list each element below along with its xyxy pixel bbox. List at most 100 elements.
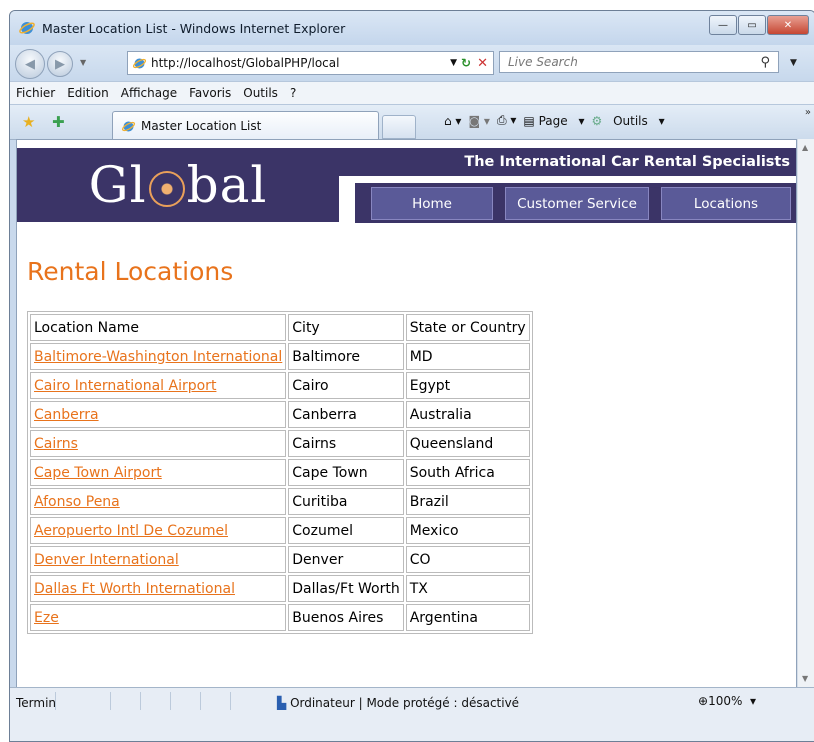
city-cell: Cozumel xyxy=(288,517,404,544)
state-country-cell: Argentina xyxy=(405,604,530,631)
state-country-cell: Brazil xyxy=(405,488,530,515)
search-input[interactable]: Live Search ⚲ xyxy=(499,51,779,73)
more-commands-icon[interactable]: » xyxy=(805,107,811,118)
location-link[interactable]: Cape Town Airport xyxy=(34,465,162,481)
refresh-icon[interactable]: ↻ xyxy=(461,56,471,70)
search-placeholder: Live Search xyxy=(508,55,578,69)
home-icon[interactable]: ⌂ ▾ xyxy=(444,114,461,128)
tools-menu[interactable]: ⚙ Outils ▾ xyxy=(591,114,664,128)
location-link[interactable]: Canberra xyxy=(34,407,99,423)
address-dropdown-icon[interactable]: ▼ xyxy=(450,58,457,68)
table-row: Canberra Canberra Australia xyxy=(30,401,530,428)
menu-fichier[interactable]: Fichier xyxy=(16,86,55,100)
menu-affichage[interactable]: Affichage xyxy=(121,86,177,100)
location-link[interactable]: Baltimore-Washington International xyxy=(34,349,282,365)
logo-right: bal xyxy=(186,156,268,214)
state-country-cell: South Africa xyxy=(405,459,530,486)
page-ie-icon xyxy=(132,58,147,68)
table-row: Baltimore-Washington International Baltim… xyxy=(30,343,530,370)
search-dropdown-icon[interactable]: ▼ xyxy=(790,58,797,68)
maximize-button[interactable]: ▭ xyxy=(738,15,766,35)
locations-table: Location Name City State or Country Balt… xyxy=(27,311,533,634)
state-country-cell: Egypt xyxy=(405,372,530,399)
status-bar: Termin ▙ Ordinateur | Mode protégé : dés… xyxy=(10,687,814,741)
back-button[interactable]: ◀ xyxy=(15,49,45,79)
status-divider xyxy=(170,692,171,710)
state-country-cell: Mexico xyxy=(405,517,530,544)
location-link[interactable]: Dallas Ft Worth International xyxy=(34,581,235,597)
table-row: Denver International Denver CO xyxy=(30,546,530,573)
command-bar: ⌂ ▾ ◙ ▾ ⎙ ▾ ▤ Page ▾ ⚙ Outils ▾ xyxy=(444,113,672,128)
print-icon[interactable]: ⎙ ▾ xyxy=(497,113,516,128)
location-name-cell: Cairo International Airport xyxy=(30,372,287,399)
tab-master-location-list[interactable]: Master Location List xyxy=(112,111,379,140)
location-link[interactable]: Cairns xyxy=(34,436,78,452)
location-name-cell: Canberra xyxy=(30,401,287,428)
site-logo: Gl bal xyxy=(17,148,339,222)
menu-bar: Fichier Edition Affichage Favoris Outils… xyxy=(10,81,814,105)
tab-label: Master Location List xyxy=(141,119,262,133)
add-favorite-icon[interactable]: ✚ xyxy=(52,113,65,131)
city-cell: Buenos Aires xyxy=(288,604,404,631)
address-url[interactable]: http://localhost/GlobalPHP/local xyxy=(151,56,339,70)
zoom-level: 100% xyxy=(708,694,743,708)
scroll-up-icon[interactable]: ▲ xyxy=(802,143,808,152)
stop-icon[interactable]: ✕ xyxy=(477,56,488,71)
table-row: Cairo International Airport Cairo Egypt xyxy=(30,372,530,399)
table-header-row: Location Name City State or Country xyxy=(30,314,530,341)
minimize-button[interactable]: — xyxy=(709,15,737,35)
close-button[interactable]: ✕ xyxy=(767,15,809,35)
status-divider xyxy=(200,692,201,710)
location-link[interactable]: Denver International xyxy=(34,552,179,568)
vertical-scrollbar[interactable]: ▲ ▼ xyxy=(797,139,814,687)
tab-row: ★ ✚ Master Location List ⌂ ▾ ◙ ▾ ⎙ ▾ ▤ P… xyxy=(10,105,814,140)
search-icon[interactable]: ⚲ xyxy=(760,55,770,70)
location-name-cell: Baltimore-Washington International xyxy=(30,343,287,370)
forward-button[interactable]: ▶ xyxy=(47,51,73,77)
scroll-down-icon[interactable]: ▼ xyxy=(802,674,808,683)
page-content: Gl bal The International Car Rental Speci… xyxy=(16,139,797,689)
location-link[interactable]: Cairo International Airport xyxy=(34,378,216,394)
nav-home[interactable]: Home xyxy=(371,187,493,220)
location-link[interactable]: Eze xyxy=(34,610,59,626)
menu-outils[interactable]: Outils xyxy=(243,86,278,100)
logo-left: Gl xyxy=(88,156,147,214)
zoom-control[interactable]: ⊕100% ▾ xyxy=(698,694,756,708)
location-name-cell: Afonso Pena xyxy=(30,488,287,515)
address-bar[interactable]: http://localhost/GlobalPHP/local ▼ ↻ ✕ xyxy=(127,51,494,75)
city-cell: Denver xyxy=(288,546,404,573)
tools-menu-label: Outils xyxy=(613,113,648,128)
location-link[interactable]: Afonso Pena xyxy=(34,494,120,510)
browser-window: Master Location List - Windows Internet … xyxy=(9,10,814,742)
site-banner: Gl bal The International Car Rental Speci… xyxy=(17,140,796,223)
new-tab-button[interactable] xyxy=(382,115,416,139)
ie-logo-icon xyxy=(19,22,35,34)
site-nav: Home Customer Service Locations xyxy=(355,183,796,223)
feeds-icon[interactable]: ◙ ▾ xyxy=(468,114,489,128)
gear-icon: ⚙ xyxy=(591,113,603,128)
status-divider xyxy=(110,692,111,710)
back-arrow-icon: ◀ xyxy=(25,56,35,72)
city-cell: Cairns xyxy=(288,430,404,457)
zoom-icon: ⊕ xyxy=(698,694,709,708)
location-link[interactable]: Aeropuerto Intl De Cozumel xyxy=(34,523,228,539)
location-name-cell: Denver International xyxy=(30,546,287,573)
header-city: City xyxy=(288,314,404,341)
page-menu[interactable]: ▤ Page ▾ xyxy=(523,114,584,128)
menu-edition[interactable]: Edition xyxy=(67,86,109,100)
table-row: Eze Buenos Aires Argentina xyxy=(30,604,530,631)
table-row: Cape Town Airport Cape Town South Africa xyxy=(30,459,530,486)
menu-help[interactable]: ? xyxy=(290,86,296,100)
favorites-star-icon[interactable]: ★ xyxy=(22,113,35,131)
nav-locations[interactable]: Locations xyxy=(661,187,791,220)
city-cell: Dallas/Ft Worth xyxy=(288,575,404,602)
address-row: ◀ ▶ ▼ http://localhost/GlobalPHP/local ▼… xyxy=(10,45,814,81)
header-location-name: Location Name xyxy=(30,314,287,341)
menu-favoris[interactable]: Favoris xyxy=(189,86,231,100)
computer-icon: ▙ xyxy=(277,696,287,710)
state-country-cell: Queensland xyxy=(405,430,530,457)
history-dropdown-icon[interactable]: ▼ xyxy=(80,58,86,67)
security-zone[interactable]: ▙ Ordinateur | Mode protégé : désactivé xyxy=(277,696,519,710)
nav-customer-service[interactable]: Customer Service xyxy=(505,187,649,220)
state-country-cell: Australia xyxy=(405,401,530,428)
